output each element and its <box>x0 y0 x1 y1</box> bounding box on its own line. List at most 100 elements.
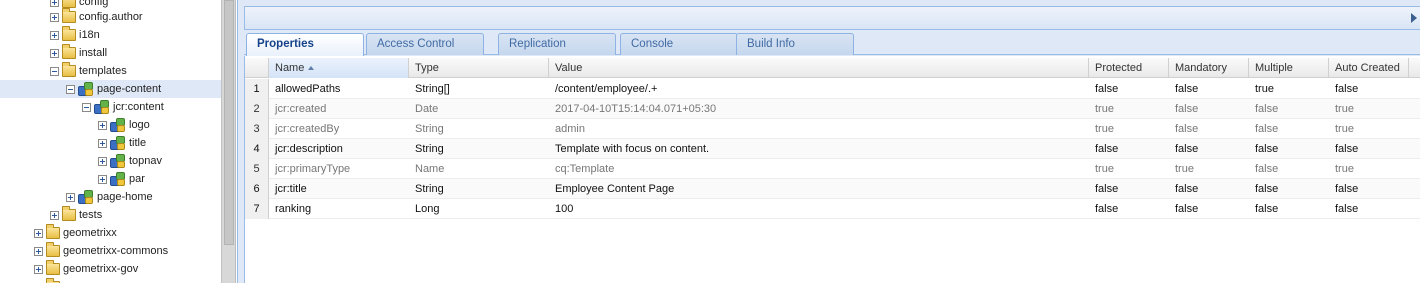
cell-value: cq:Template <box>555 163 615 175</box>
table-row[interactable]: 4 jcr:description String Template with focu… <box>245 139 1420 159</box>
expand-icon[interactable] <box>50 48 59 58</box>
tree-node[interactable]: templates <box>0 62 221 80</box>
cell-auto-created: false <box>1335 83 1359 95</box>
cell-protected: false <box>1095 203 1119 215</box>
column-header-label: Multiple <box>1255 62 1293 74</box>
tree-node[interactable]: topnav <box>0 152 221 170</box>
cell-protected: false <box>1095 183 1119 195</box>
cell-type: String[] <box>415 83 450 95</box>
tab-build-info[interactable]: Build Info <box>736 33 854 55</box>
tree-node[interactable]: geometrixx-commons <box>0 242 221 260</box>
expand-icon[interactable] <box>98 156 107 166</box>
column-header[interactable]: Multiple <box>1249 58 1329 78</box>
column-header[interactable]: Name <box>269 58 409 78</box>
cell-type: String <box>415 123 444 135</box>
column-header[interactable]: Mandatory <box>1169 58 1249 78</box>
tree-node-label: geometrixx <box>63 227 117 239</box>
tree-node[interactable]: geometrixx <box>0 224 221 242</box>
collapse-icon[interactable] <box>82 102 91 112</box>
tree-node[interactable]: page-content <box>0 80 221 98</box>
collapse-arrow-icon[interactable] <box>1409 13 1419 23</box>
repository-tree: config config.author i18n install templates p… <box>0 0 221 283</box>
tree-scrollbar[interactable] <box>221 0 236 283</box>
cell-name: jcr:created <box>275 103 327 115</box>
cell-name: allowedPaths <box>275 83 341 95</box>
tree-node[interactable]: jcr:content <box>0 98 221 116</box>
cell-auto-created: true <box>1335 103 1354 115</box>
expand-icon[interactable] <box>50 12 59 22</box>
folder-icon <box>62 26 76 41</box>
column-header[interactable]: Type <box>409 58 549 78</box>
expand-icon[interactable] <box>66 192 75 202</box>
column-header[interactable]: Protected <box>1089 58 1169 78</box>
expand-icon[interactable] <box>34 264 43 274</box>
column-header-label: Name <box>275 62 305 74</box>
table-row[interactable]: 2 jcr:created Date 2017-04-10T15:14:04.071+… <box>245 99 1420 119</box>
row-number: 1 <box>245 79 269 99</box>
tree-node-label: config.author <box>79 11 143 23</box>
expand-icon[interactable] <box>34 228 43 238</box>
tab-replication[interactable]: Replication <box>498 33 616 55</box>
tree-node-label: geometrixx-gov <box>63 263 139 275</box>
tree-node[interactable]: title <box>0 134 221 152</box>
column-header[interactable]: Auto Created <box>1329 58 1409 78</box>
cell-value: Employee Content Page <box>555 183 675 195</box>
expand-icon[interactable] <box>50 0 59 7</box>
cell-type: Name <box>415 163 445 175</box>
column-header-label: Protected <box>1095 62 1143 74</box>
cell-value: /content/employee/.+ <box>555 83 658 95</box>
table-row[interactable]: 6 jcr:title String Employee Content Page fal… <box>245 179 1420 199</box>
tab-bar: Properties Access Control Replication Conso… <box>244 30 1420 56</box>
tree-node-label: logo <box>129 119 150 131</box>
tree-node[interactable]: config.author <box>0 8 221 26</box>
expand-icon[interactable] <box>98 138 107 148</box>
tree-node-label: tests <box>79 209 103 221</box>
tree-node[interactable]: tests <box>0 206 221 224</box>
tab-access-control[interactable]: Access Control <box>366 33 484 55</box>
cell-multiple: false <box>1255 163 1279 175</box>
expand-icon[interactable] <box>34 246 43 256</box>
properties-grid: Name Type Value Protected Mandatory Multiple A… <box>244 56 1420 283</box>
row-number: 7 <box>245 199 269 219</box>
tree-node[interactable]: i18n <box>0 26 221 44</box>
cell-type: Date <box>415 103 439 115</box>
expand-icon[interactable] <box>98 174 107 184</box>
column-header[interactable]: Value <box>549 58 1089 78</box>
table-row[interactable]: 5 jcr:primaryType Name cq:Template true true f… <box>245 159 1420 179</box>
expand-icon[interactable] <box>98 120 107 130</box>
expand-icon[interactable] <box>50 210 59 220</box>
tree-node[interactable] <box>0 278 221 283</box>
cell-mandatory: false <box>1175 183 1199 195</box>
tree-node[interactable]: geometrixx-gov <box>0 260 221 278</box>
cell-type: String <box>415 183 444 195</box>
expand-icon[interactable] <box>50 30 59 40</box>
tree-node-label: jcr:content <box>113 101 164 113</box>
cell-mandatory: false <box>1175 123 1199 135</box>
cell-auto-created: false <box>1335 143 1359 155</box>
table-row[interactable]: 1 allowedPaths String[] /content/employee/.… <box>245 79 1420 99</box>
column-header-label: Value <box>555 62 583 74</box>
collapse-icon[interactable] <box>66 84 75 94</box>
tree-node[interactable]: logo <box>0 116 221 134</box>
table-row[interactable]: 7 ranking Long 100 false false false false <box>245 199 1420 219</box>
scrollbar-thumb[interactable] <box>224 0 234 245</box>
tab-console[interactable]: Console <box>620 33 738 55</box>
cell-multiple: false <box>1255 183 1279 195</box>
node-icon <box>110 171 126 187</box>
tree-node[interactable]: install <box>0 44 221 62</box>
folder-icon <box>46 224 60 239</box>
table-row[interactable]: 3 jcr:createdBy String admin true false false t… <box>245 119 1420 139</box>
collapse-icon[interactable] <box>50 66 59 76</box>
tree-node-label: page-content <box>97 83 162 95</box>
folder-icon <box>62 0 76 8</box>
cell-name: jcr:description <box>275 143 343 155</box>
cell-protected: true <box>1095 163 1114 175</box>
tab-properties[interactable]: Properties <box>246 33 364 56</box>
cell-multiple: false <box>1255 143 1279 155</box>
tree-node-label: install <box>79 47 108 59</box>
tree-node[interactable]: page-home <box>0 188 221 206</box>
tree-node[interactable]: par <box>0 170 221 188</box>
cell-multiple: false <box>1255 103 1279 115</box>
cell-auto-created: true <box>1335 123 1354 135</box>
cell-mandatory: true <box>1175 163 1194 175</box>
